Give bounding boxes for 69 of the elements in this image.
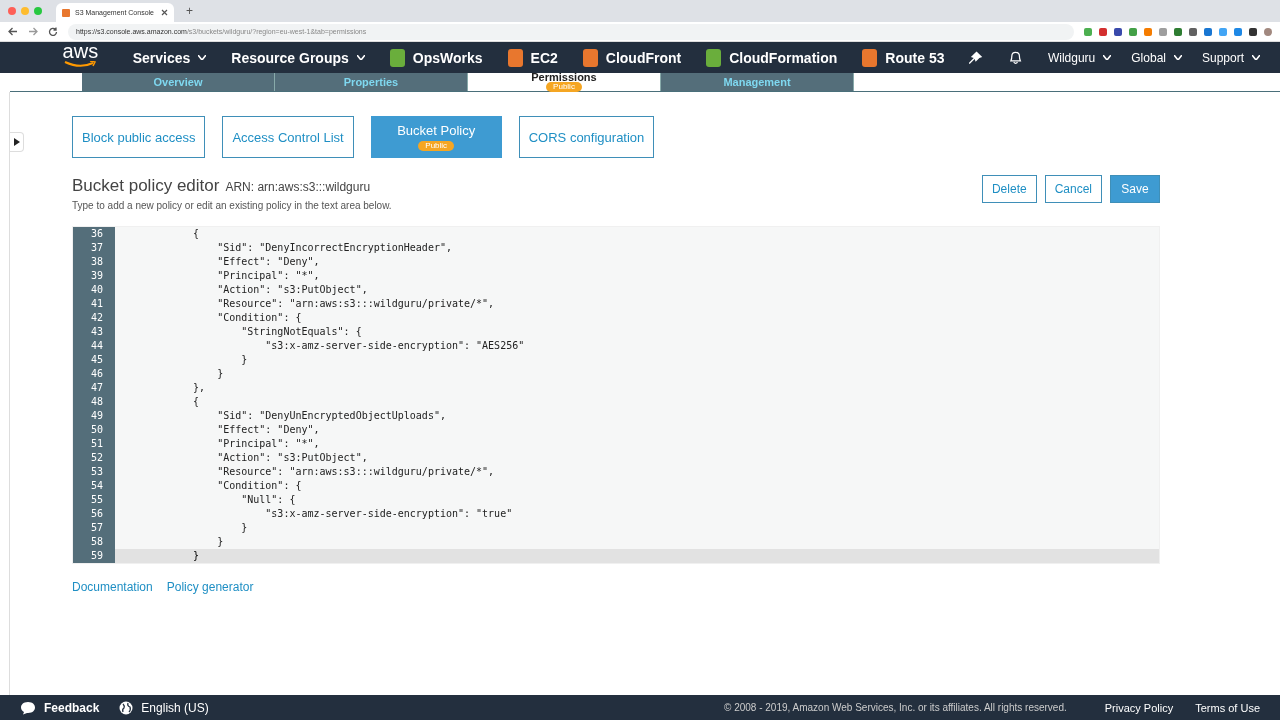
line-number: 51 — [73, 437, 115, 451]
line-number: 41 — [73, 297, 115, 311]
line-number: 37 — [73, 241, 115, 255]
line-number: 53 — [73, 465, 115, 479]
policy-editor[interactable] — [72, 226, 1160, 564]
menu-link[interactable]: Global — [1131, 50, 1182, 65]
service-link[interactable]: Route 53 — [862, 48, 945, 67]
line-number: 52 — [73, 451, 115, 465]
caret-icon — [356, 55, 365, 60]
caret-icon — [1103, 55, 1112, 60]
line-number: 55 — [73, 493, 115, 507]
line-number: 59 — [73, 549, 115, 563]
tab[interactable]: CORS configuration — [518, 116, 655, 158]
language-selector[interactable]: English (US) — [141, 700, 209, 715]
line-number: 56 — [73, 507, 115, 521]
status-badge: Public — [546, 82, 582, 92]
back-icon[interactable] — [8, 27, 18, 36]
reload-icon[interactable] — [48, 26, 58, 37]
caret-icon — [198, 55, 207, 60]
line-number: 47 — [73, 381, 115, 395]
bucket-arn: ARN: arn:aws:s3:::wildguru — [225, 180, 371, 194]
footer-link[interactable]: Terms of Use — [1195, 701, 1260, 714]
copyright-text: © 2008 - 2019, Amazon Web Services, Inc. or its affiliates. All rights reserved. — [724, 702, 1067, 713]
line-number: 48 — [73, 395, 115, 409]
service-link[interactable]: EC2 — [507, 48, 558, 67]
forward-icon[interactable] — [28, 27, 38, 36]
line-number: 40 — [73, 283, 115, 297]
close-icon[interactable] — [161, 9, 168, 16]
line-number: 38 — [73, 255, 115, 269]
service-link[interactable]: OpsWorks — [389, 48, 483, 67]
bell-icon[interactable] — [1008, 50, 1022, 65]
service-link[interactable]: CloudFront — [582, 48, 682, 67]
line-number: 54 — [73, 479, 115, 493]
action-button[interactable]: Cancel — [1044, 175, 1102, 203]
caret-icon — [1252, 55, 1260, 60]
aws-logo[interactable]: aws — [52, 41, 109, 68]
line-number: 44 — [73, 339, 115, 353]
caret-icon — [1173, 55, 1182, 60]
line-number: 42 — [73, 311, 115, 325]
line-number: 36 — [73, 227, 115, 241]
globe-icon — [119, 700, 134, 715]
menu-link[interactable]: Wildguru — [1047, 50, 1112, 65]
line-number: 45 — [73, 353, 115, 367]
sidebar-toggle[interactable] — [10, 132, 24, 152]
speech-bubble-icon — [20, 700, 36, 715]
link[interactable]: Documentation — [72, 580, 153, 594]
link[interactable]: Policy generator — [166, 580, 254, 594]
editor-hint: Type to add a new policy or edit an existing policy in the text area below. — [72, 200, 393, 211]
tab[interactable]: Access Control List — [222, 116, 354, 158]
line-number: 39 — [73, 269, 115, 283]
service-link[interactable]: CloudFormation — [706, 48, 838, 67]
footer-link[interactable]: Privacy Policy — [1104, 701, 1174, 714]
line-number: 58 — [73, 535, 115, 549]
line-number: 50 — [73, 423, 115, 437]
pin-icon[interactable] — [969, 50, 983, 65]
expand-icon — [13, 138, 20, 146]
status-badge: Public — [418, 141, 455, 151]
line-number: 57 — [73, 521, 115, 535]
menu-link[interactable]: Services — [132, 49, 207, 66]
feedback-link[interactable]: Feedback — [44, 700, 100, 715]
action-button[interactable]: Delete — [981, 175, 1037, 203]
editor-title: Bucket policy editor — [72, 176, 220, 196]
line-number: 46 — [73, 367, 115, 381]
line-number: 49 — [73, 409, 115, 423]
tab[interactable]: Block public access — [72, 116, 206, 158]
menu-link[interactable]: Support — [1201, 50, 1260, 65]
new-tab-button[interactable]: + — [180, 4, 199, 18]
menu-link[interactable]: Resource Groups — [231, 49, 365, 66]
line-number: 43 — [73, 325, 115, 339]
